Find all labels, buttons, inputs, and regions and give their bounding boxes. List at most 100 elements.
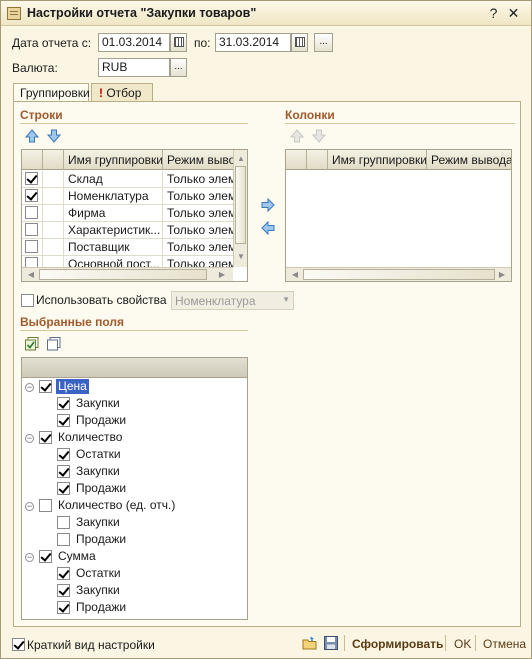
rows-col-mode[interactable]: Режим вывод	[163, 150, 233, 170]
move-to-columns-button[interactable]	[260, 197, 276, 213]
table-row[interactable]: Характеристик... Только элем	[22, 222, 233, 239]
table-row[interactable]: Склад Только элем	[22, 171, 233, 188]
selected-fields-title: Выбранные поля	[20, 315, 124, 329]
rows-col-name[interactable]: Имя группировки	[64, 150, 163, 170]
columns-hscroll[interactable]: ◀ ▶	[286, 267, 511, 281]
tab-filter[interactable]: ! Отбор	[91, 83, 153, 102]
row-check-cell	[22, 188, 43, 205]
open-settings-button[interactable]	[302, 635, 318, 651]
row-checkbox[interactable]	[25, 223, 38, 236]
scroll-right-icon[interactable]: ▶	[495, 268, 509, 281]
row-checkbox[interactable]	[25, 240, 38, 253]
tree-checkbox[interactable]	[57, 397, 70, 410]
collapse-icon[interactable]: −	[25, 383, 34, 392]
columns-hscroll-thumb[interactable]	[303, 269, 495, 280]
collapse-icon[interactable]: −	[25, 502, 34, 511]
row-mode-cell: Только элем	[167, 223, 233, 237]
check-all-button[interactable]	[24, 336, 40, 352]
rows-vscroll[interactable]: ▲ ▼	[233, 150, 247, 267]
date-to-field[interactable]: 31.03.2014	[215, 33, 291, 52]
rows-vscroll-thumb[interactable]	[235, 166, 246, 244]
tree-checkbox[interactable]	[57, 601, 70, 614]
columns-col-mode[interactable]: Режим вывода	[427, 150, 511, 170]
rows-hscroll-thumb[interactable]	[39, 269, 207, 280]
tree-node-label: Продажи	[76, 600, 127, 614]
tree-checkbox[interactable]	[57, 584, 70, 597]
tree-checkbox[interactable]	[57, 533, 70, 546]
cancel-button[interactable]: Отмена	[483, 637, 526, 651]
tree-node-label: Цена	[56, 379, 89, 394]
row-name-cell: Поставщик	[64, 239, 163, 256]
tree-checkbox[interactable]	[57, 567, 70, 580]
move-up-button[interactable]	[24, 128, 40, 144]
tree-checkbox[interactable]	[39, 499, 52, 512]
chevron-down-icon: ▼	[282, 295, 290, 304]
row-check-cell	[22, 205, 43, 222]
arrow-left-icon	[261, 220, 275, 236]
check-all-icon	[25, 337, 39, 351]
groupings-panel: Строки Имя группировки Режим вывод Склад…	[13, 101, 521, 627]
row-checkbox[interactable]	[25, 189, 38, 202]
footer-separator	[445, 635, 446, 651]
help-button[interactable]: ?	[485, 5, 502, 22]
table-row[interactable]: Поставщик Только элем	[22, 239, 233, 256]
tree-node-label: Остатки	[76, 447, 121, 461]
scroll-right-icon[interactable]: ▶	[215, 268, 229, 281]
currency-field[interactable]: RUB	[98, 58, 170, 77]
tree-checkbox[interactable]	[57, 516, 70, 529]
save-icon	[324, 636, 338, 650]
generate-button[interactable]: Сформировать	[352, 637, 443, 651]
table-row[interactable]: Фирма Только элем	[22, 205, 233, 222]
title-bar: Настройки отчета "Закупки товаров" ? ✕	[1, 1, 531, 26]
scroll-left-icon[interactable]: ◀	[24, 268, 38, 281]
columns-col-name[interactable]: Имя группировки	[328, 150, 427, 170]
columns-grid-header: Имя группировки Режим вывода	[286, 150, 511, 170]
properties-select[interactable]: Номенклатура ▼	[171, 291, 294, 310]
rows-hscroll[interactable]: ◀ ▶	[22, 267, 233, 281]
uncheck-all-icon	[47, 337, 61, 351]
tab-groupings[interactable]: Группировки	[13, 83, 90, 103]
scroll-left-icon[interactable]: ◀	[288, 268, 302, 281]
move-down-button[interactable]	[46, 128, 62, 144]
tree-checkbox[interactable]	[39, 431, 52, 444]
arrow-up-icon	[24, 129, 40, 143]
row-icon-cell	[43, 188, 64, 205]
columns-move-up-button[interactable]	[289, 128, 305, 144]
period-select-button[interactable]: ...	[314, 33, 333, 52]
table-row[interactable]: Номенклатура Только элем	[22, 188, 233, 205]
uncheck-all-button[interactable]	[46, 336, 62, 352]
scroll-up-icon[interactable]: ▲	[234, 152, 247, 166]
rows-section-title: Строки	[20, 108, 63, 122]
save-settings-button[interactable]	[323, 635, 339, 651]
date-from-label: Дата отчета с:	[12, 36, 92, 50]
tree-checkbox[interactable]	[57, 465, 70, 478]
columns-move-down-button[interactable]	[311, 128, 327, 144]
ok-button[interactable]: OK	[454, 637, 471, 651]
tab-filter-label: Отбор	[106, 86, 142, 100]
date-from-calendar-button[interactable]	[170, 33, 187, 52]
row-checkbox[interactable]	[25, 206, 38, 219]
tree-checkbox[interactable]	[57, 448, 70, 461]
date-to-calendar-button[interactable]	[291, 33, 308, 52]
arrow-down-icon	[46, 129, 62, 143]
collapse-icon[interactable]: −	[25, 434, 34, 443]
row-icon-cell	[43, 171, 64, 188]
tree-checkbox[interactable]	[57, 482, 70, 495]
row-icon-cell	[43, 205, 64, 222]
arrow-down-icon	[311, 129, 327, 143]
use-properties-label: Использовать свойства	[36, 293, 167, 307]
short-view-checkbox[interactable]	[12, 638, 25, 651]
move-to-rows-button[interactable]	[260, 220, 276, 236]
row-checkbox[interactable]	[25, 172, 38, 185]
tree-checkbox[interactable]	[39, 550, 52, 563]
tree-checkbox[interactable]	[57, 414, 70, 427]
use-properties-checkbox[interactable]	[21, 294, 34, 307]
collapse-icon[interactable]: −	[25, 553, 34, 562]
row-check-cell	[22, 171, 43, 188]
close-button[interactable]: ✕	[505, 5, 522, 22]
tree-checkbox[interactable]	[39, 380, 52, 393]
scroll-down-icon[interactable]: ▼	[234, 250, 247, 264]
date-from-field[interactable]: 01.03.2014	[98, 33, 170, 52]
tree-node-label: Количество (ед. отч.)	[58, 498, 176, 512]
currency-select-button[interactable]: ...	[170, 58, 187, 77]
